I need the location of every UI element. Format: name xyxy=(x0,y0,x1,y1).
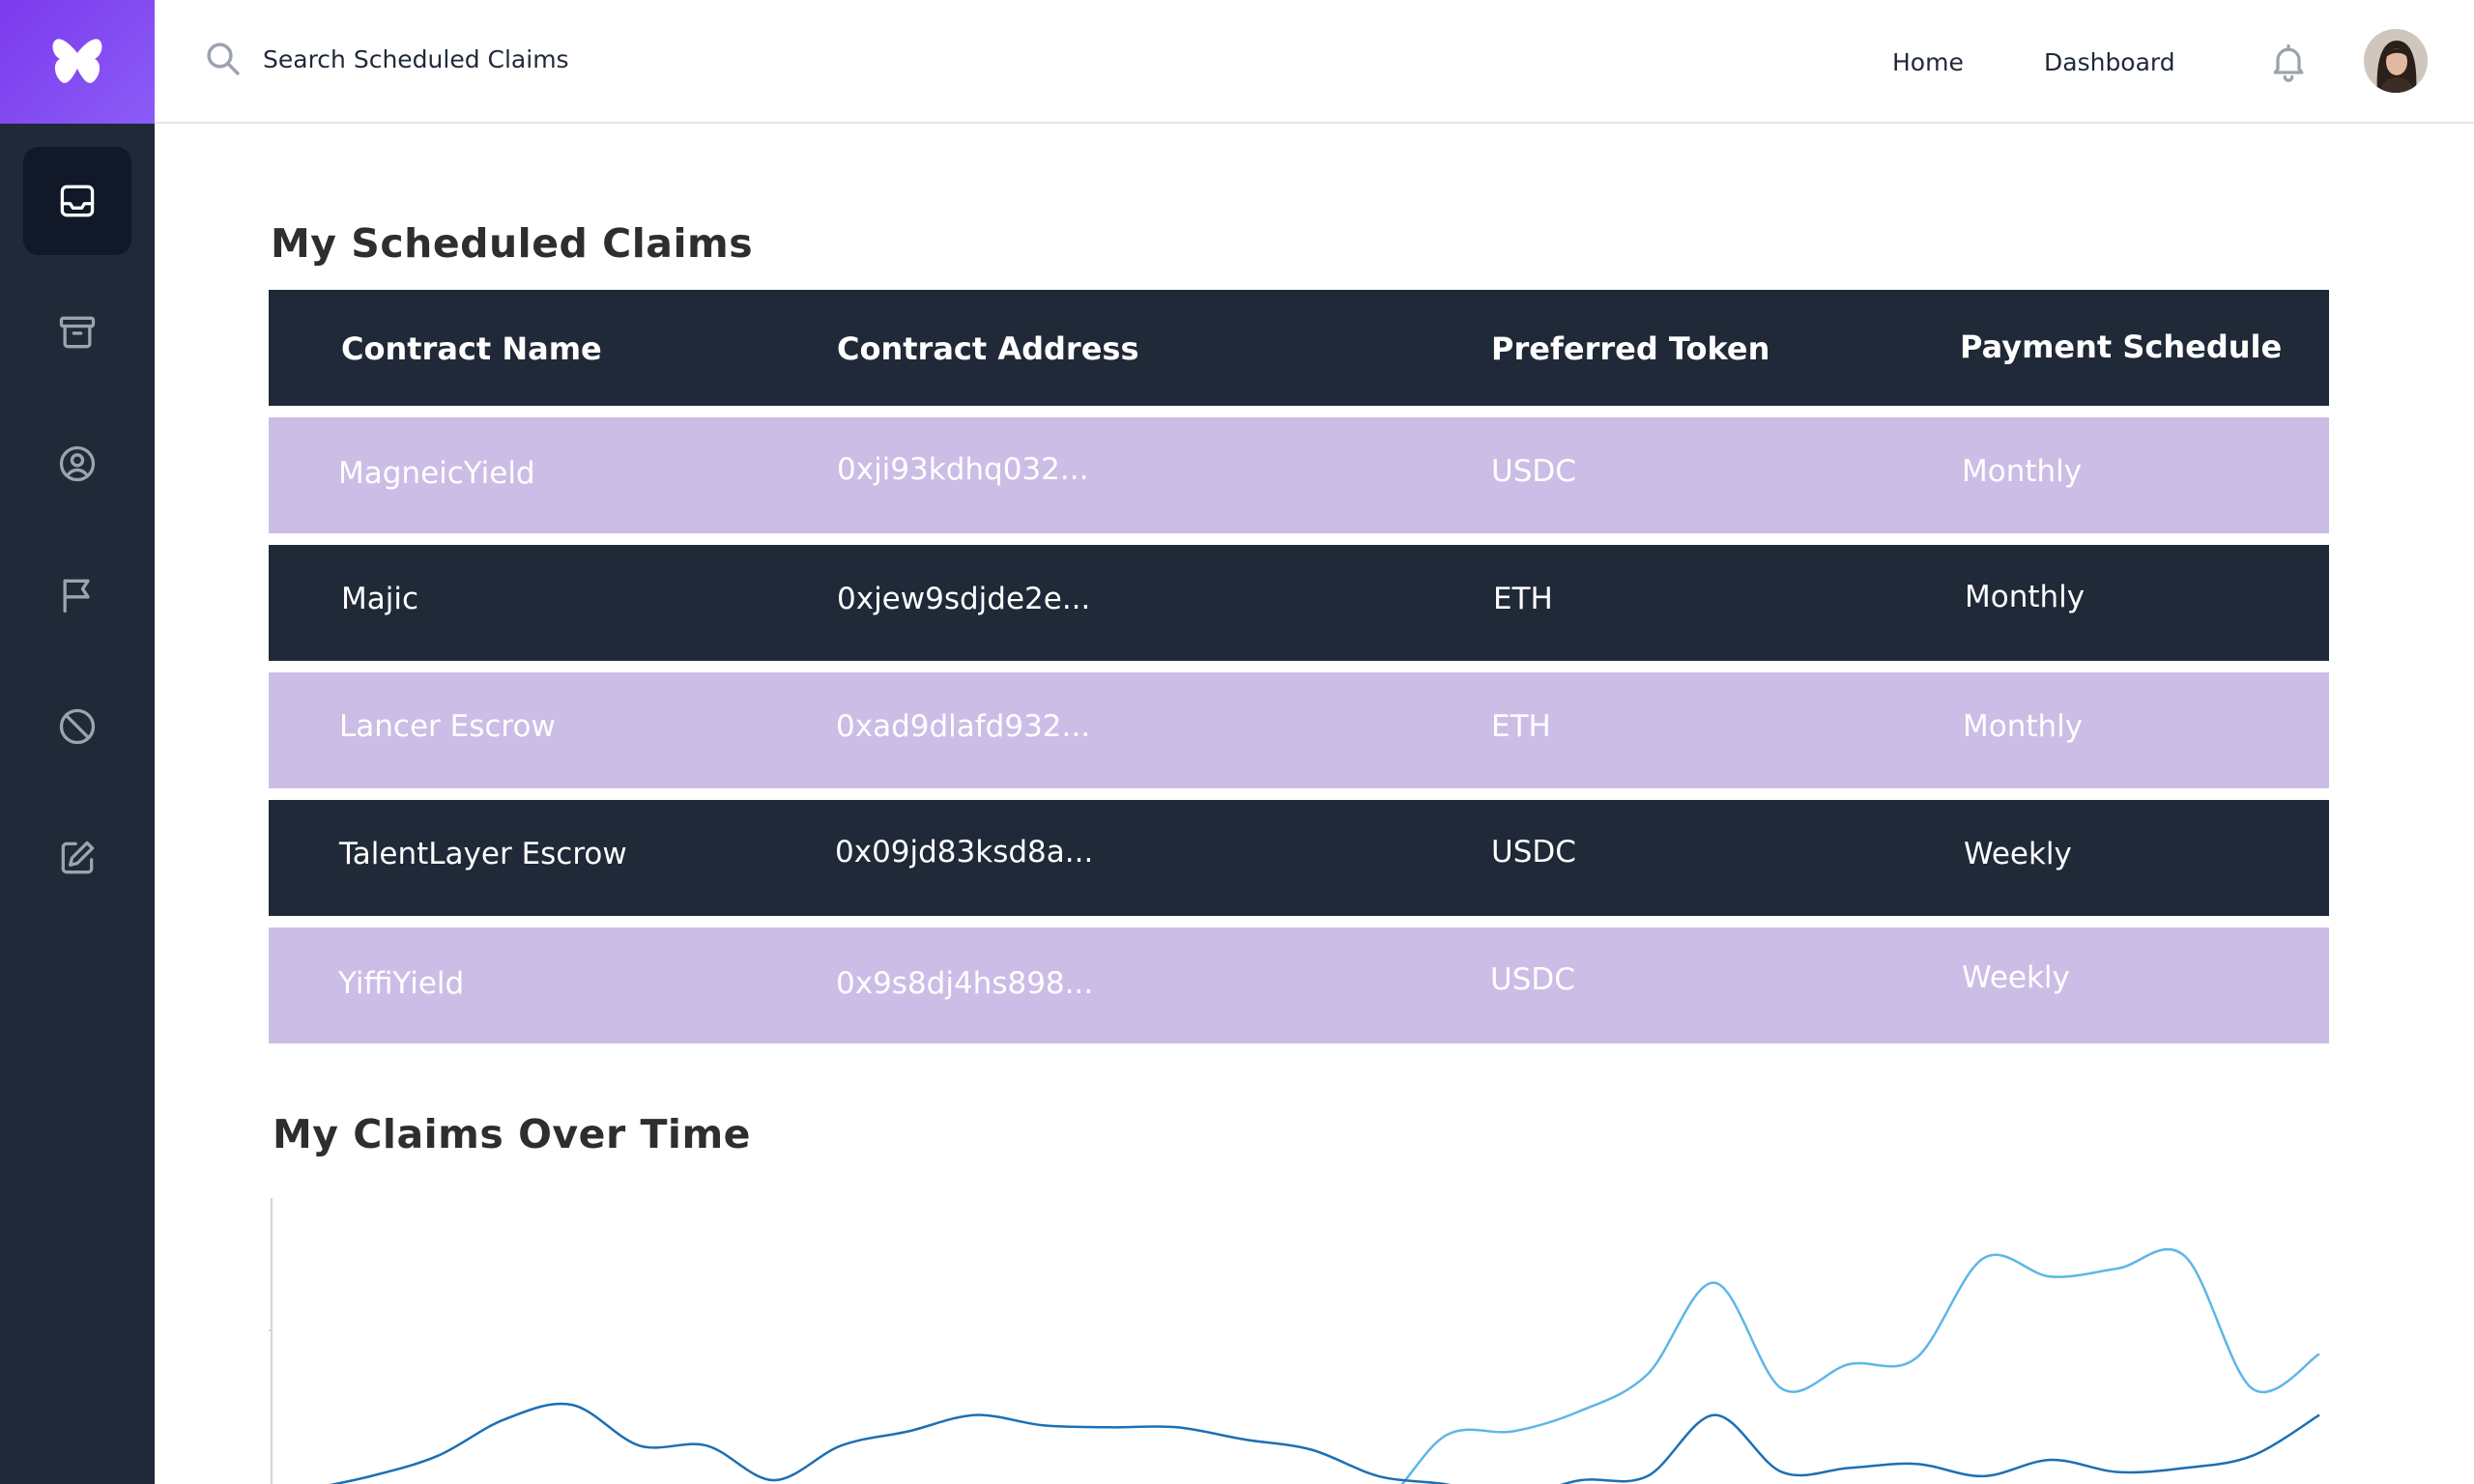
sidebar-item-archive[interactable] xyxy=(23,278,131,386)
payment-schedule: Weekly xyxy=(1962,960,2070,995)
contract-name: TalentLayer Escrow xyxy=(339,837,627,871)
nav-link-home[interactable]: Home xyxy=(1892,48,1964,76)
payment-schedule: Monthly xyxy=(1965,580,2086,614)
archive-icon xyxy=(59,316,96,349)
contract-address: 0xji93kdhq032... xyxy=(837,452,1089,487)
page-title: My Scheduled Claims xyxy=(271,220,754,267)
user-circle-icon xyxy=(59,445,96,482)
contract-address: 0x9s8dj4hs898... xyxy=(836,966,1094,1001)
payment-schedule: Monthly xyxy=(1962,454,2083,489)
user-photo-icon xyxy=(2364,29,2428,93)
preferred-token: USDC xyxy=(1491,835,1576,870)
logo[interactable] xyxy=(0,0,155,124)
ban-icon xyxy=(59,708,96,745)
preferred-token: ETH xyxy=(1491,709,1551,744)
sidebar-item-profile[interactable] xyxy=(23,410,131,518)
payment-schedule: Monthly xyxy=(1963,709,2084,744)
table-row[interactable]: Majic 0xjew9sdjde2e... ETH Monthly xyxy=(269,545,2329,661)
claims-line-chart xyxy=(269,1198,2320,1484)
table-row[interactable]: Lancer Escrow 0xad9dlafd932... ETH Month… xyxy=(269,672,2329,788)
sidebar-item-blocked[interactable] xyxy=(23,672,131,781)
sidebar xyxy=(0,0,155,1484)
sidebar-item-inbox[interactable] xyxy=(23,147,131,255)
contract-address: 0xad9dlafd932... xyxy=(836,709,1091,744)
contract-name: Lancer Escrow xyxy=(339,709,556,744)
avatar[interactable] xyxy=(2364,29,2428,93)
payment-schedule: Weekly xyxy=(1964,837,2072,871)
table-row[interactable]: TalentLayer Escrow 0x09jd83ksd8a... USDC… xyxy=(269,800,2329,916)
contract-name: YiffiYield xyxy=(338,966,465,1001)
preferred-token: USDC xyxy=(1491,454,1576,489)
edit-icon xyxy=(61,841,95,874)
butterfly-logo-icon xyxy=(52,39,102,83)
table-row[interactable]: MagneicYield 0xji93kdhq032... USDC Month… xyxy=(269,417,2329,533)
series-layer xyxy=(329,1247,2320,1484)
contract-name: Majic xyxy=(341,582,419,616)
series-line-1 xyxy=(1400,1247,2320,1484)
search-icon[interactable] xyxy=(203,39,244,79)
inbox-icon xyxy=(60,185,95,217)
top-bar: Home Dashboard xyxy=(155,0,2474,124)
search-bar xyxy=(203,39,939,79)
search-input[interactable] xyxy=(263,44,939,73)
bell-icon xyxy=(2273,43,2304,82)
table-header: Contract Name Contract Address Preferred… xyxy=(269,290,2329,406)
flag-icon xyxy=(63,579,90,614)
column-header[interactable]: Contract Name xyxy=(341,330,602,367)
preferred-token: USDC xyxy=(1490,962,1575,997)
contract-name: MagneicYield xyxy=(338,456,535,491)
table-row[interactable]: YiffiYield 0x9s8dj4hs898... USDC Weekly xyxy=(269,928,2329,1043)
notifications-button[interactable] xyxy=(2261,35,2316,89)
chart-title: My Claims Over Time xyxy=(273,1111,751,1157)
column-header[interactable]: Payment Schedule xyxy=(1960,328,2282,365)
preferred-token: ETH xyxy=(1493,582,1553,616)
sidebar-item-flag[interactable] xyxy=(23,541,131,649)
column-header[interactable]: Preferred Token xyxy=(1491,330,1769,367)
column-header[interactable]: Contract Address xyxy=(837,330,1138,367)
sidebar-item-edit[interactable] xyxy=(23,804,131,912)
contract-address: 0xjew9sdjde2e... xyxy=(837,582,1091,616)
series-line-2 xyxy=(329,1402,2320,1484)
contract-address: 0x09jd83ksd8a... xyxy=(835,835,1094,870)
nav-link-dashboard[interactable]: Dashboard xyxy=(2044,48,2175,76)
